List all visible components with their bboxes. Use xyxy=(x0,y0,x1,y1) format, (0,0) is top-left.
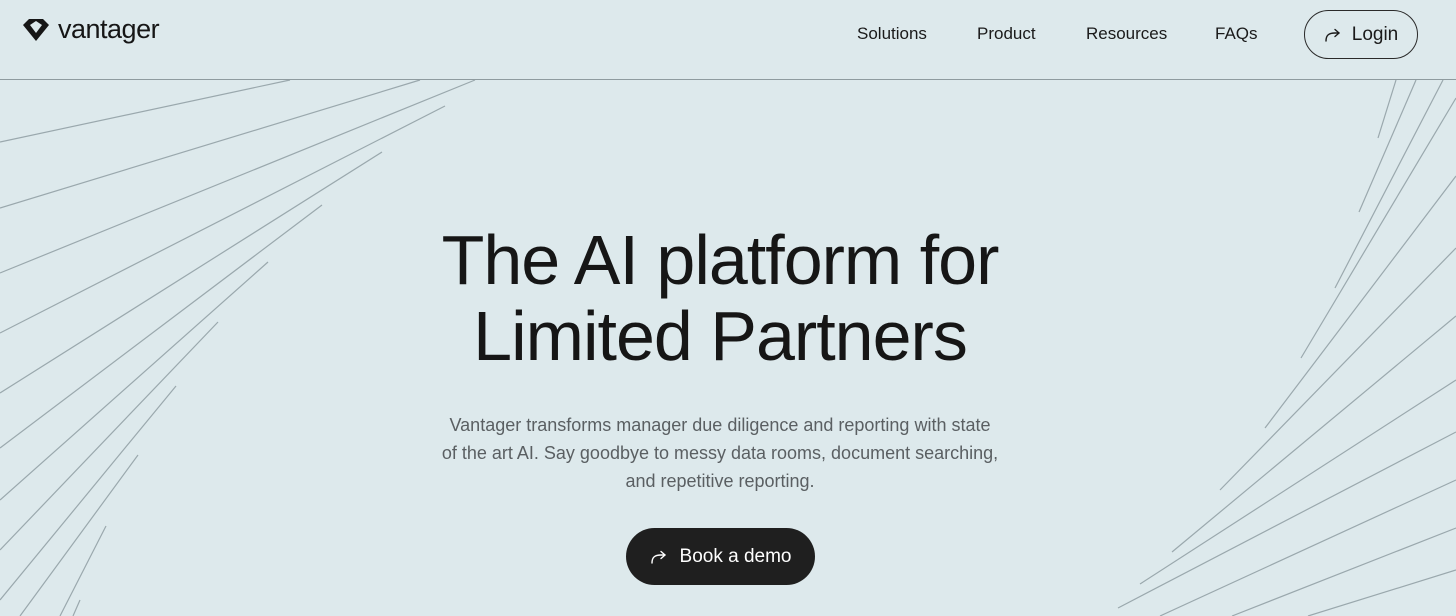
hero-title: The AI platform for Limited Partners xyxy=(0,222,1440,374)
top-navigation-bar: vantager Solutions Product Resources FAQ… xyxy=(0,0,1456,80)
hero-subtitle-line-2: of the art AI. Say goodbye to messy data… xyxy=(441,443,999,463)
curved-arrow-icon xyxy=(650,550,666,564)
hero-subtitle-line-3: and repetitive reporting. xyxy=(625,471,815,491)
hero-subtitle-line-1: Vantager transforms manager due diligenc… xyxy=(449,415,991,435)
nav-link-faqs[interactable]: FAQs xyxy=(1215,24,1258,44)
nav-link-product[interactable]: Product xyxy=(977,24,1036,44)
hero-subtitle: Vantager transforms manager due diligenc… xyxy=(0,411,1440,495)
hero-title-line-2: Limited Partners xyxy=(473,297,968,375)
gem-logo-icon xyxy=(23,18,49,41)
curved-arrow-icon xyxy=(1325,28,1340,42)
brand-name: vantager xyxy=(58,14,160,44)
brand-logo-link[interactable]: vantager xyxy=(22,14,160,45)
login-button[interactable]: Login xyxy=(1304,10,1418,59)
login-label: Login xyxy=(1351,23,1399,45)
nav-link-resources[interactable]: Resources xyxy=(1086,24,1167,44)
hero-title-line-1: The AI platform for xyxy=(441,221,1000,299)
book-demo-button[interactable]: Book a demo xyxy=(626,528,815,585)
book-demo-label: Book a demo xyxy=(679,545,792,567)
nav-link-solutions[interactable]: Solutions xyxy=(857,24,927,44)
